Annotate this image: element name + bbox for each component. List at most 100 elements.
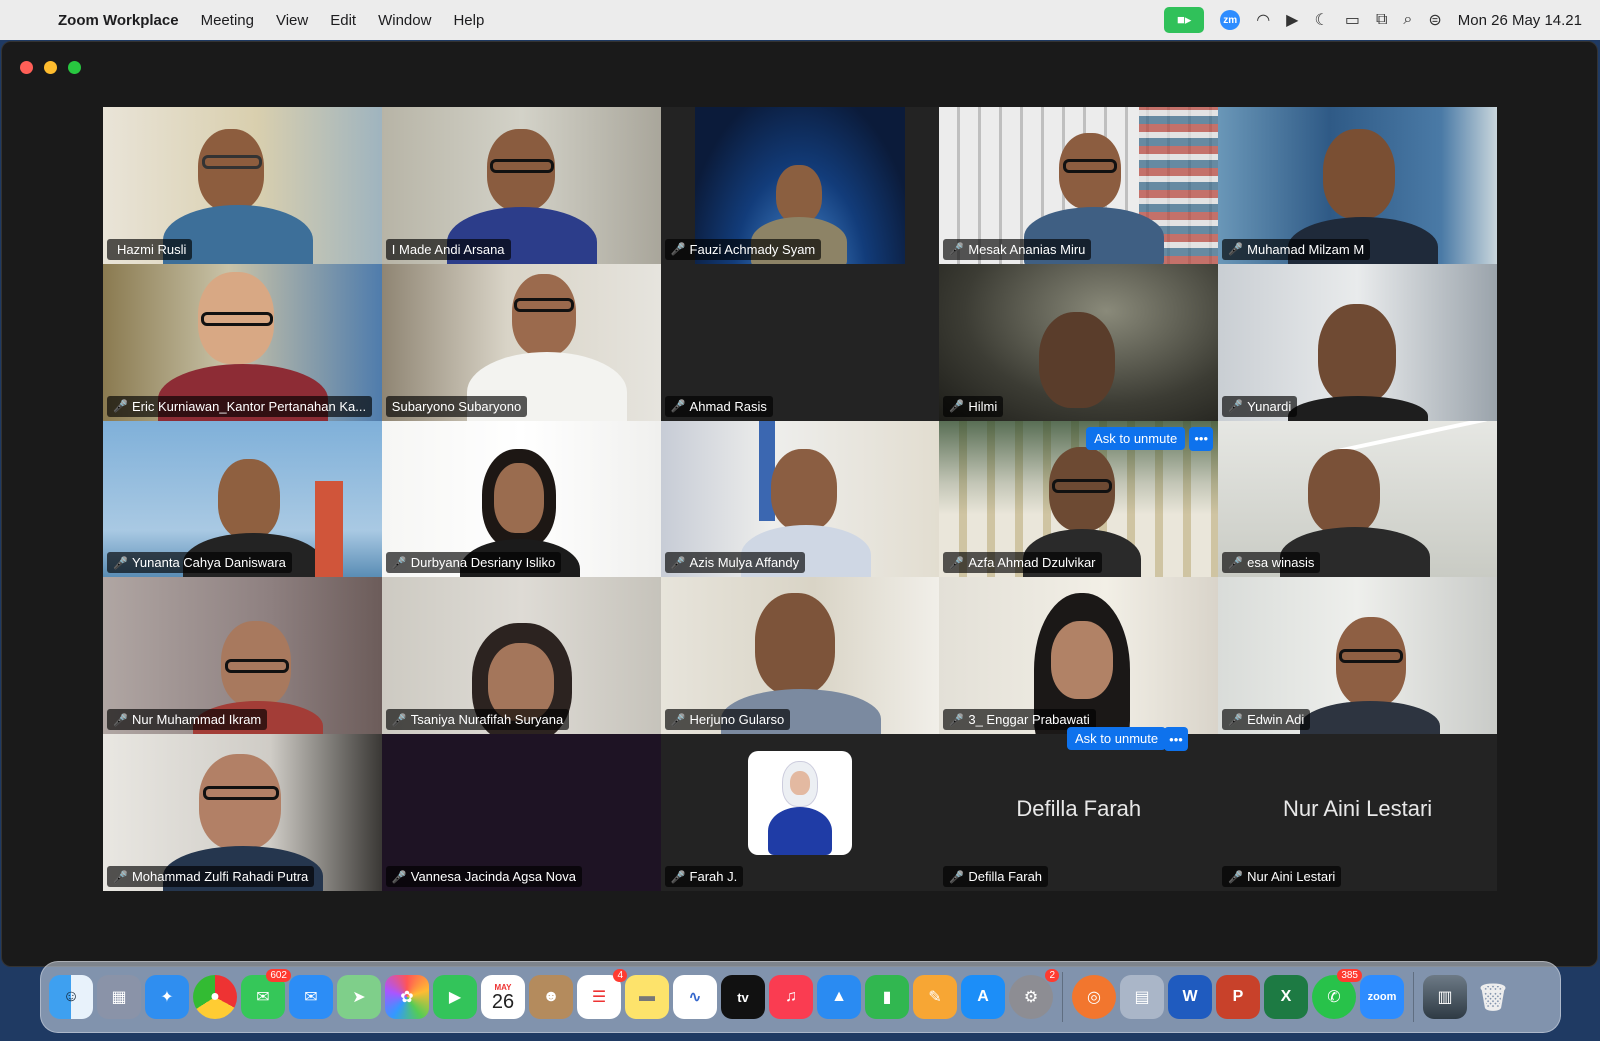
battery-icon[interactable]: ▭ <box>1345 10 1360 30</box>
video-tile[interactable]: 🎤 Edwin Adi <box>1218 577 1497 735</box>
video-tile[interactable]: 🎤 Muhamad Milzam M <box>1218 107 1497 264</box>
ask-to-unmute-button[interactable]: Ask to unmute <box>1067 727 1167 750</box>
video-tile[interactable]: 🎤 3_ Enggar Prabawati <box>939 577 1219 735</box>
video-tile[interactable]: 🎤 Nur Muhammad Ikram <box>103 577 382 735</box>
mic-muted-icon: 🎤 <box>949 712 965 727</box>
minimize-window-button[interactable] <box>44 61 57 74</box>
reminders-icon[interactable]: ☰ 4 <box>577 969 627 1019</box>
video-tile-off[interactable]: Nur Aini Lestari 🎤 Nur Aini Lestari <box>1218 734 1497 891</box>
mic-muted-icon: 🎤 <box>670 869 686 884</box>
video-tile[interactable]: 🎤 Hilmi <box>939 263 1219 421</box>
chrome-icon[interactable]: ● <box>193 975 237 1019</box>
excel-icon[interactable]: X <box>1264 975 1308 1019</box>
more-options-button[interactable]: ••• <box>1164 727 1188 751</box>
downloads-stack-icon[interactable]: ▥ <box>1423 975 1467 1019</box>
focus-moon-icon[interactable]: ☾ <box>1314 10 1328 30</box>
close-window-button[interactable] <box>20 61 33 74</box>
keynote-icon[interactable]: ▲ <box>817 975 861 1019</box>
spotlight-search-icon[interactable]: ⌕ <box>1403 11 1412 29</box>
mic-muted-icon: 🎤 <box>1228 712 1244 727</box>
menu-bar: Zoom Workplace Meeting View Edit Window … <box>0 0 1600 40</box>
calendar-icon[interactable]: MAY 26 <box>481 975 525 1019</box>
participant-name: 🎤 Defilla Farah <box>943 866 1049 887</box>
video-tile[interactable]: Hazmi Rusli <box>103 107 382 264</box>
mail-icon[interactable]: ✉ <box>289 975 333 1019</box>
settings-badge: 2 <box>1045 969 1059 982</box>
video-tile-off[interactable]: 🎤 Vannesa Jacinda Agsa Nova <box>381 734 661 891</box>
word-icon[interactable]: W <box>1168 975 1212 1019</box>
safari-icon[interactable]: ✦ <box>145 975 189 1019</box>
dock-separator <box>1413 972 1414 1022</box>
participant-name: 🎤 Yunanta Cahya Daniswara <box>107 552 292 574</box>
menu-app-name[interactable]: Zoom Workplace <box>58 12 179 29</box>
participant-name: 🎤 Yunardi <box>1222 395 1298 417</box>
music-icon[interactable]: ♫ <box>769 975 813 1019</box>
launchpad-icon[interactable]: ▦ <box>97 975 141 1019</box>
numbers-icon[interactable]: ▮ <box>865 975 909 1019</box>
zoom-camera-icon[interactable]: ■▸ <box>1164 7 1205 33</box>
video-tile[interactable]: 🎤 Eric Kurniawan_Kantor Pertanahan Ka... <box>103 263 382 421</box>
participant-name: 🎤 esa winasis <box>1222 552 1321 574</box>
zoom-menu-icon[interactable]: zm <box>1220 10 1241 30</box>
dock: ☺ ▦ ✦ ● ✉ 602 ✉ ➤ ✿ ▶ MAY 26 ☻ ☰ 4 ▬ ∿ tv ♫… <box>40 961 1561 1033</box>
menu-window[interactable]: Window <box>378 12 431 29</box>
screen-recording-icon[interactable]: ▶ <box>1286 10 1298 30</box>
participant-name: 🎤 Hilmi <box>943 395 1004 417</box>
video-tile-off[interactable]: Defilla Farah 🎤 Defilla Farah <box>939 734 1219 891</box>
menu-help[interactable]: Help <box>453 12 484 29</box>
video-tile[interactable]: 🎤 Tsaniya Nurafifah Suryana <box>381 577 661 735</box>
fullscreen-window-button[interactable] <box>68 61 81 74</box>
video-tile[interactable]: Ask to unmute ••• 🎤 Azfa Ahmad Dzulvikar <box>939 420 1219 578</box>
apple-tv-icon[interactable]: tv <box>721 975 765 1019</box>
finder-icon[interactable]: ☺ <box>49 975 93 1019</box>
control-center-icon[interactable]: ⊜ <box>1428 10 1441 30</box>
mic-muted-icon: 🎤 <box>949 242 965 257</box>
podcasts-icon[interactable]: ◎ <box>1072 975 1116 1019</box>
mic-muted-icon: 🎤 <box>1228 555 1244 570</box>
video-tile[interactable]: 🎤 Yunanta Cahya Daniswara <box>103 420 382 578</box>
video-tile-off[interactable]: 🎤 Ahmad Rasis <box>660 263 940 421</box>
app-store-icon[interactable]: A <box>961 975 1005 1019</box>
screen-mirroring-icon[interactable]: ⧉ <box>1376 11 1387 29</box>
menu-meeting[interactable]: Meeting <box>201 12 254 29</box>
pages-icon[interactable]: ✎ <box>913 975 957 1019</box>
participant-name: 🎤 Mohammad Zulfi Rahadi Putra <box>107 866 315 887</box>
video-tile[interactable]: Subaryono Subaryono <box>381 263 661 421</box>
video-tile[interactable]: 🎤 Yunardi <box>1218 263 1497 421</box>
mic-muted-icon: 🎤 <box>949 399 965 414</box>
participant-name: Hazmi Rusli <box>107 238 193 260</box>
zoom-meeting-window: Hazmi Rusli I Made Andi Arsana 🎤 Fauzi Ac… <box>1 41 1598 967</box>
gallery-grid: Hazmi Rusli I Made Andi Arsana 🎤 Fauzi Ac… <box>103 107 1497 891</box>
ask-to-unmute-button[interactable]: Ask to unmute <box>1086 426 1186 450</box>
contacts-icon[interactable]: ☻ <box>529 975 573 1019</box>
menu-view[interactable]: View <box>276 12 308 29</box>
video-tile[interactable]: 🎤 Fauzi Achmady Syam <box>660 107 940 264</box>
video-tile-active-speaker[interactable]: I Made Andi Arsana <box>381 107 661 264</box>
video-tile[interactable]: 🎤 Mesak Ananias Miru <box>939 107 1219 264</box>
video-tile-avatar[interactable]: 🎤 Farah J. <box>660 734 940 891</box>
messages-icon[interactable]: ✉ 602 <box>241 969 291 1019</box>
facetime-icon[interactable]: ▶ <box>433 975 477 1019</box>
video-tile[interactable]: 🎤 Mohammad Zulfi Rahadi Putra <box>103 734 382 891</box>
maps-icon[interactable]: ➤ <box>337 975 381 1019</box>
menu-clock[interactable]: Mon 26 May 14.21 <box>1458 12 1582 29</box>
zoom-app-icon[interactable]: zoom <box>1360 975 1404 1019</box>
system-settings-icon[interactable]: ⚙ 2 <box>1009 969 1059 1019</box>
video-tile[interactable]: 🎤 Herjuno Gularso <box>660 577 940 735</box>
photos-icon[interactable]: ✿ <box>385 975 429 1019</box>
powerpoint-icon[interactable]: P <box>1216 975 1260 1019</box>
menu-edit[interactable]: Edit <box>330 12 356 29</box>
mic-muted-icon: 🎤 <box>1228 399 1244 414</box>
notes-icon[interactable]: ▬ <box>625 975 669 1019</box>
airplay-audio-icon[interactable]: ◠ <box>1256 10 1270 30</box>
video-tile[interactable]: 🎤 Azis Mulya Affandy <box>660 420 940 578</box>
preview-icon[interactable]: ▤ <box>1120 975 1164 1019</box>
trash-icon[interactable]: 🗑 <box>1471 975 1515 1019</box>
freeform-icon[interactable]: ∿ <box>673 975 717 1019</box>
whatsapp-icon[interactable]: ✆ 385 <box>1312 969 1362 1019</box>
more-options-button[interactable]: ••• <box>1189 426 1214 451</box>
video-tile[interactable]: 🎤 Durbyana Desriany Isliko <box>381 420 661 578</box>
video-tile[interactable]: 🎤 esa winasis <box>1218 420 1497 578</box>
mic-muted-icon: 🎤 <box>1228 869 1244 884</box>
mic-muted-icon: 🎤 <box>113 869 128 884</box>
